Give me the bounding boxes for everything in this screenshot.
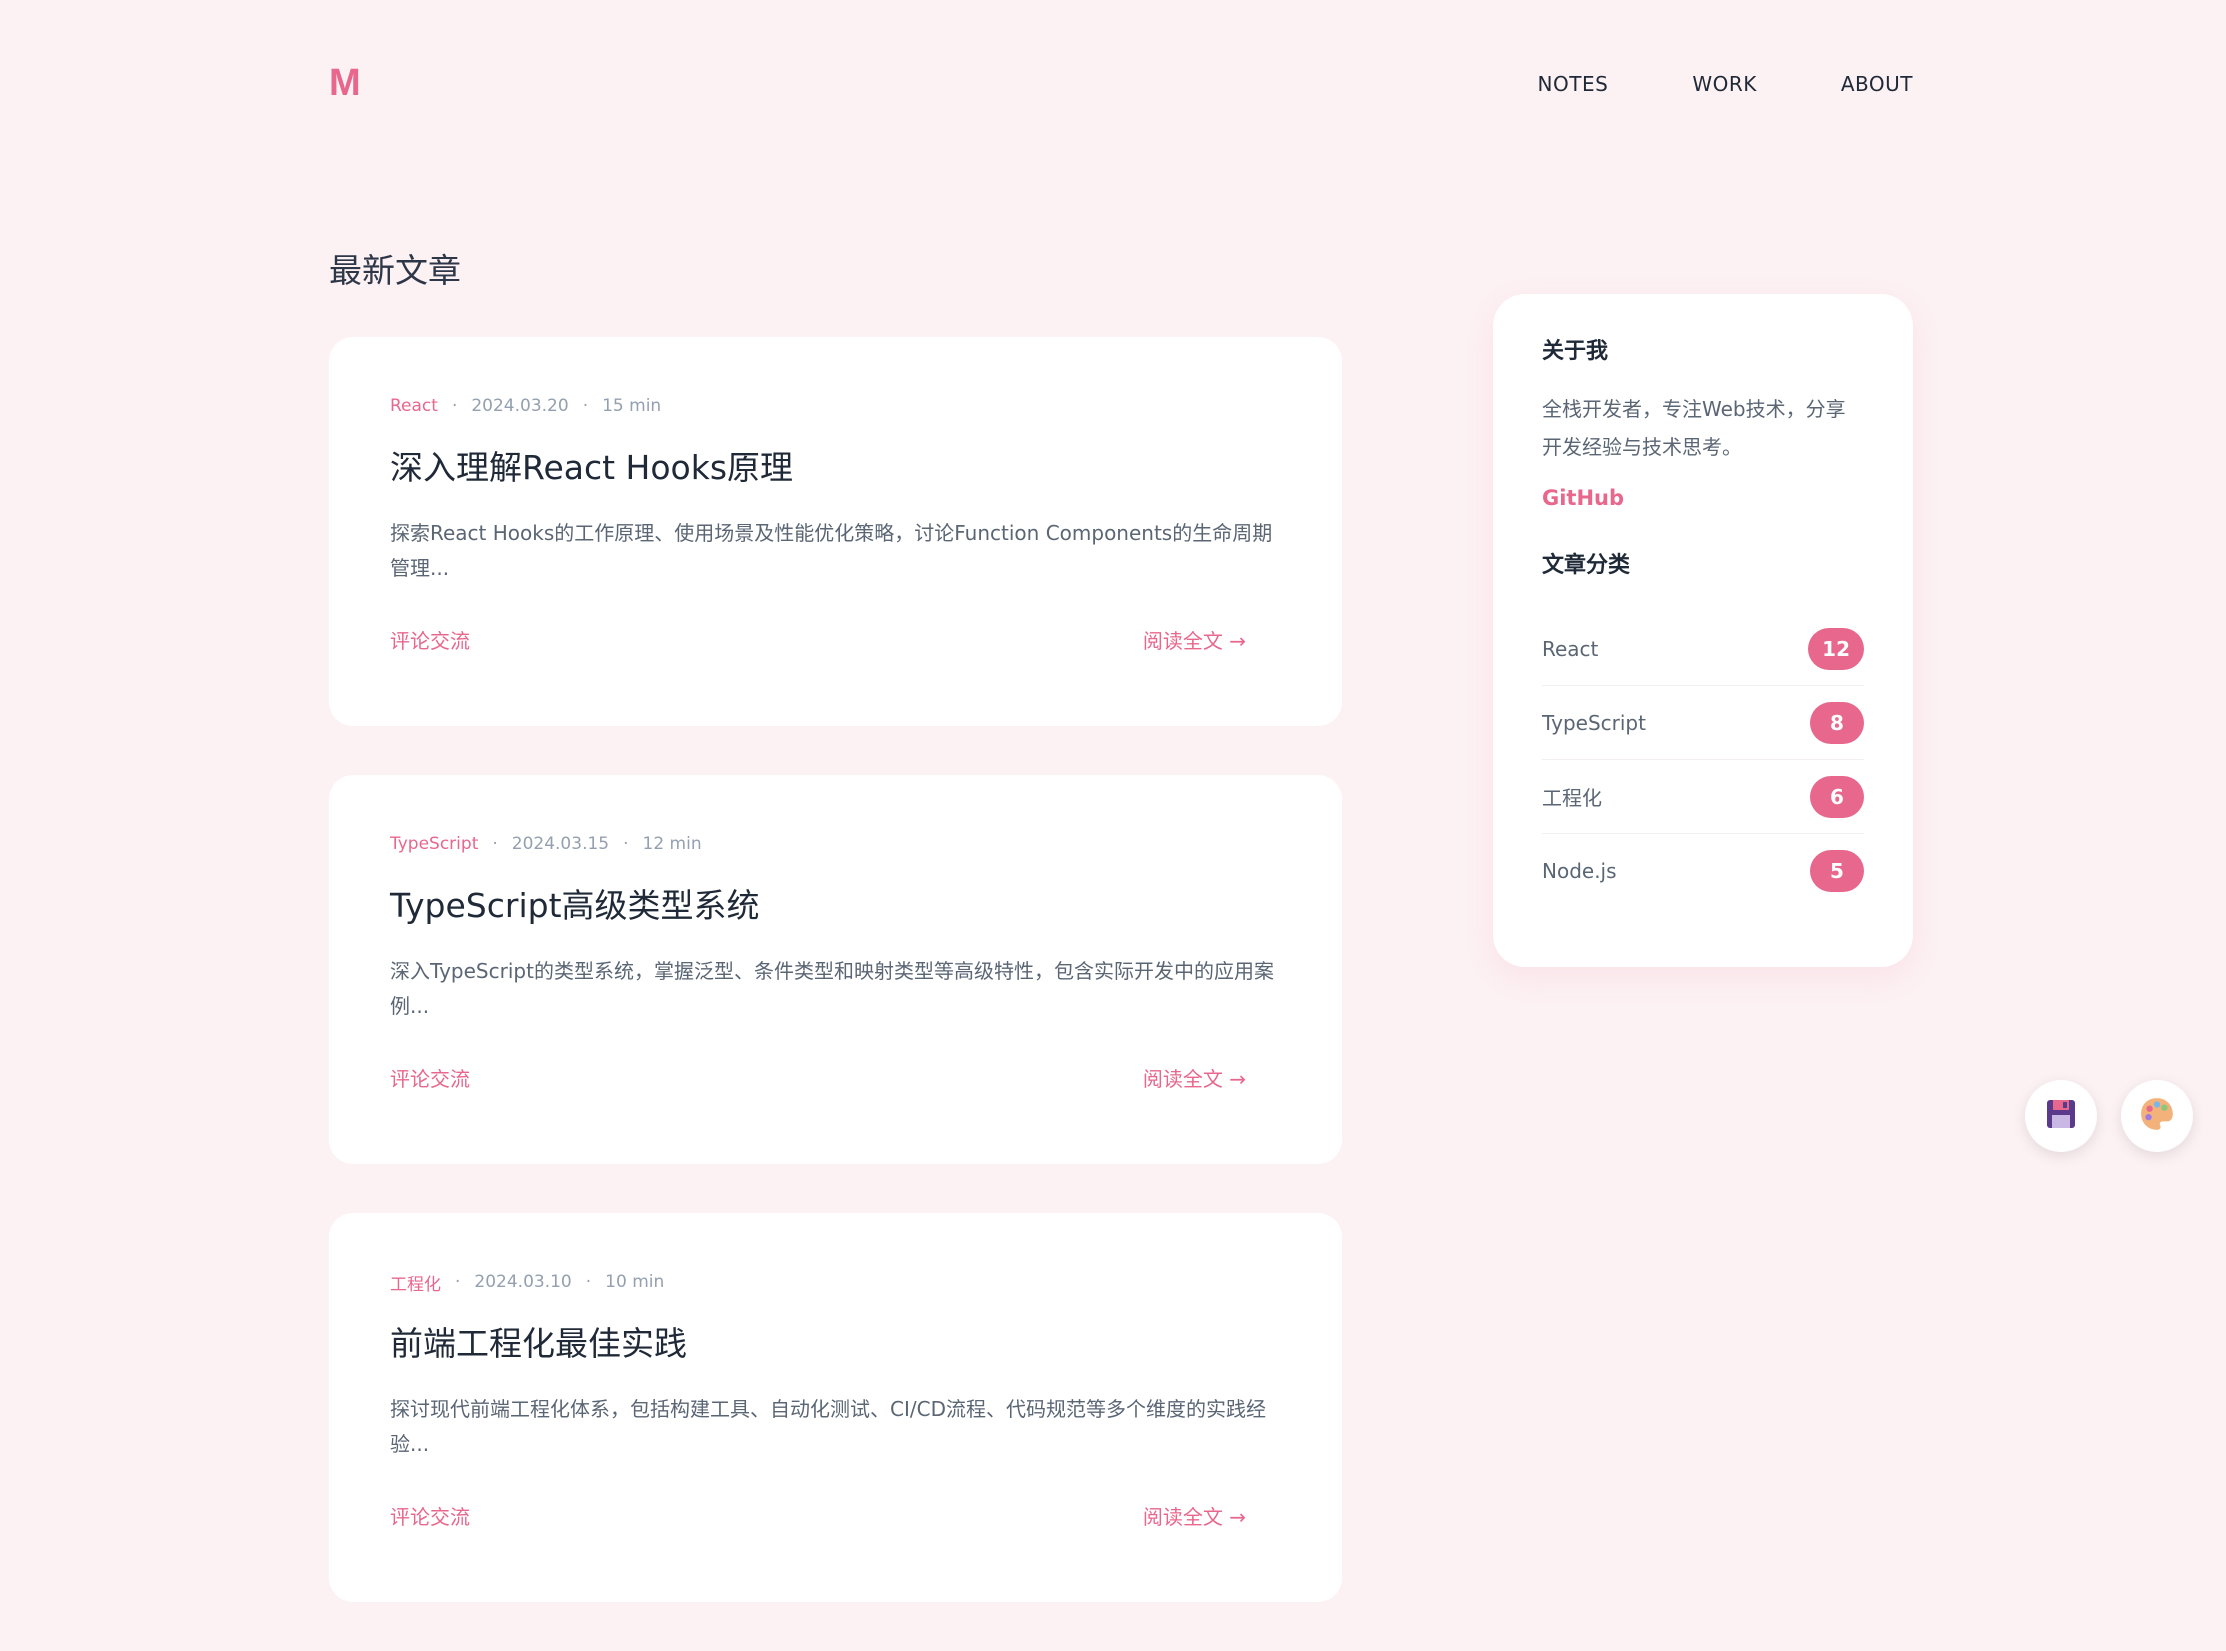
about-text: 全栈开发者，专注Web技术，分享开发经验与技术思考。 xyxy=(1542,397,1846,459)
post-meta: TypeScript · 2024.03.15 · 12 min xyxy=(390,832,1281,856)
post-date: 2024.03.20 xyxy=(471,396,569,416)
category-count-badge: 12 xyxy=(1808,627,1864,670)
post-actions: 评论交流 阅读全文 → xyxy=(390,1501,1246,1530)
post-card: React · 2024.03.20 · 15 min 深入理解React Ho… xyxy=(329,337,1342,726)
site-logo[interactable]: M xyxy=(329,62,362,105)
nav-about[interactable]: ABOUT xyxy=(1841,72,1913,96)
post-actions: 评论交流 阅读全文 → xyxy=(390,625,1246,654)
category-item-engineering[interactable]: 工程化 6 xyxy=(1542,760,1864,834)
post-card: 工程化 · 2024.03.10 · 10 min 前端工程化最佳实践 探讨现代… xyxy=(329,1213,1342,1602)
post-excerpt: 探讨现代前端工程化体系，包括构建工具、自动化测试、CI/CD流程、代码规范等多个… xyxy=(390,1397,1266,1456)
post-meta: React · 2024.03.20 · 15 min xyxy=(390,394,1281,418)
sidebar: 关于我 全栈开发者，专注Web技术，分享开发经验与技术思考。 GitHub 文章… xyxy=(1493,294,1913,967)
post-category[interactable]: React xyxy=(390,396,438,416)
category-count-badge: 6 xyxy=(1810,775,1864,818)
category-count-badge: 5 xyxy=(1810,849,1864,892)
section-title: 最新文章 xyxy=(329,251,461,290)
category-list: React 12 TypeScript 8 工程化 6 Node.js 5 xyxy=(1542,612,1864,907)
meta-separator: · xyxy=(492,834,498,854)
post-title[interactable]: 前端工程化最佳实践 xyxy=(390,1322,1281,1366)
post-title[interactable]: 深入理解React Hooks原理 xyxy=(390,446,1281,490)
category-item-typescript[interactable]: TypeScript 8 xyxy=(1542,686,1864,760)
post-excerpt: 探索React Hooks的工作原理、使用场景及性能优化策略，讨论Functio… xyxy=(390,521,1273,580)
post-title[interactable]: TypeScript高级类型系统 xyxy=(390,884,1281,928)
post-date: 2024.03.10 xyxy=(474,1272,572,1292)
comment-link[interactable]: 评论交流 xyxy=(390,1063,470,1092)
nav-notes[interactable]: NOTES xyxy=(1538,72,1609,96)
category-name: 工程化 xyxy=(1542,786,1602,810)
category-item-react[interactable]: React 12 xyxy=(1542,612,1864,686)
categories-title: 文章分类 xyxy=(1542,553,1631,578)
meta-separator: · xyxy=(455,1272,461,1292)
post-read-time: 10 min xyxy=(605,1272,665,1292)
meta-separator: · xyxy=(582,396,589,416)
post-read-time: 12 min xyxy=(642,834,702,854)
post-excerpt: 深入TypeScript的类型系统，掌握泛型、条件类型和映射类型等高级特性，包含… xyxy=(390,959,1274,1018)
main-nav: NOTES WORK ABOUT xyxy=(1538,72,1913,96)
post-category[interactable]: TypeScript xyxy=(390,834,478,854)
post-card: TypeScript · 2024.03.15 · 12 min TypeScr… xyxy=(329,775,1342,1164)
post-category[interactable]: 工程化 xyxy=(390,1270,441,1295)
read-more-link[interactable]: 阅读全文 → xyxy=(1143,1063,1246,1092)
meta-separator: · xyxy=(451,396,458,416)
category-name: React xyxy=(1542,636,1599,661)
meta-separator: · xyxy=(585,1272,592,1292)
save-button[interactable] xyxy=(2025,1080,2097,1152)
category-count-badge: 8 xyxy=(1810,701,1864,744)
comment-link[interactable]: 评论交流 xyxy=(390,625,470,654)
post-actions: 评论交流 阅读全文 → xyxy=(390,1063,1246,1092)
read-more-link[interactable]: 阅读全文 → xyxy=(1143,1501,1246,1530)
comment-link[interactable]: 评论交流 xyxy=(390,1501,470,1530)
post-date: 2024.03.15 xyxy=(511,834,610,854)
post-read-time: 15 min xyxy=(602,396,662,416)
post-list: React · 2024.03.20 · 15 min 深入理解React Ho… xyxy=(329,337,1342,1651)
palette-icon xyxy=(2138,1095,2176,1137)
category-item-nodejs[interactable]: Node.js 5 xyxy=(1542,834,1864,907)
theme-button[interactable] xyxy=(2121,1080,2193,1152)
github-link[interactable]: GitHub xyxy=(1542,486,1624,510)
meta-separator: · xyxy=(623,834,629,854)
about-title: 关于我 xyxy=(1542,339,1609,364)
post-meta: 工程化 · 2024.03.10 · 10 min xyxy=(390,1270,1281,1295)
nav-work[interactable]: WORK xyxy=(1692,72,1757,96)
category-name: TypeScript xyxy=(1542,710,1646,735)
category-name: Node.js xyxy=(1542,858,1617,883)
read-more-link[interactable]: 阅读全文 → xyxy=(1143,625,1246,654)
floppy-disk-icon xyxy=(2045,1098,2077,1134)
